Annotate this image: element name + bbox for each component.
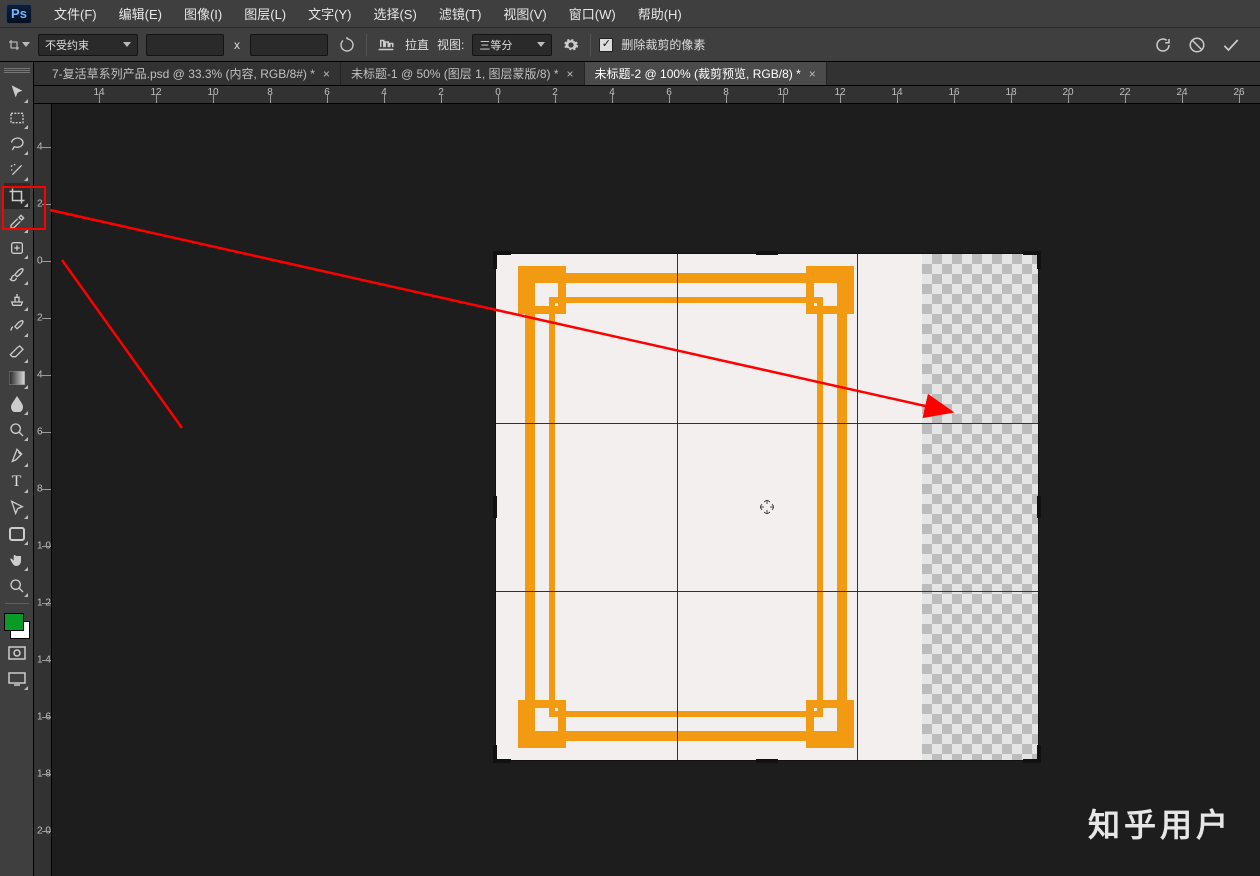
active-tool-icon[interactable] <box>8 34 30 56</box>
magic-wand-tool[interactable] <box>4 157 30 183</box>
crop-overlay-value: 三等分 <box>479 37 512 53</box>
crop-view-label: 视图: <box>437 36 464 53</box>
close-icon[interactable]: × <box>567 67 574 81</box>
chevron-down-icon <box>123 42 131 47</box>
chevron-down-icon <box>22 42 30 47</box>
document-tab-label: 未标题-1 @ 50% (图层 1, 图层蒙版/8) * <box>351 65 559 82</box>
document-tab[interactable]: 未标题-2 @ 100% (裁剪预览, RGB/8) * × <box>585 62 827 85</box>
menu-edit[interactable]: 编辑(E) <box>111 0 170 27</box>
vertical-ruler[interactable]: 42024681 01 21 41 61 82 0 <box>34 104 52 876</box>
panel-grip-icon[interactable] <box>4 68 30 75</box>
canvas-artwork <box>518 266 854 748</box>
straighten-label: 拉直 <box>405 36 429 53</box>
menu-file[interactable]: 文件(F) <box>46 0 105 27</box>
chevron-down-icon <box>537 42 545 47</box>
tool-panel: T <box>0 62 34 876</box>
straighten-icon[interactable] <box>375 34 397 56</box>
crop-tool[interactable] <box>4 183 30 209</box>
crop-grid-line <box>857 254 858 760</box>
app-logo: Ps <box>6 4 32 24</box>
cancel-crop-button[interactable] <box>1186 34 1208 56</box>
color-swatches[interactable] <box>3 612 31 640</box>
menu-bar: Ps 文件(F) 编辑(E) 图像(I) 图层(L) 文字(Y) 选择(S) 滤… <box>0 0 1260 28</box>
crop-handle-top-left[interactable] <box>493 251 511 269</box>
crop-handle-top-right[interactable] <box>1023 251 1041 269</box>
history-brush-tool[interactable] <box>4 313 30 339</box>
reset-crop-button[interactable] <box>1152 34 1174 56</box>
transparency-checker <box>922 254 1038 760</box>
crop-grid-line <box>496 423 1038 424</box>
options-bar: 不受约束 x 拉直 视图: 三等分 删除裁剪的像素 <box>0 28 1260 62</box>
gradient-tool[interactable] <box>4 365 30 391</box>
document-tab[interactable]: 未标题-1 @ 50% (图层 1, 图层蒙版/8) * × <box>341 62 585 85</box>
crop-center-icon <box>760 500 774 514</box>
delete-cropped-pixels-checkbox[interactable] <box>599 38 613 52</box>
brush-tool[interactable] <box>4 261 30 287</box>
dodge-tool[interactable] <box>4 417 30 443</box>
pen-tool[interactable] <box>4 443 30 469</box>
commit-crop-button[interactable] <box>1220 34 1242 56</box>
hand-tool[interactable] <box>4 547 30 573</box>
document-tab-bar: 7-复活草系列产品.psd @ 33.3% (内容, RGB/8#) * × 未… <box>0 62 1260 86</box>
eraser-tool[interactable] <box>4 339 30 365</box>
clone-stamp-tool[interactable] <box>4 287 30 313</box>
crop-width-input[interactable] <box>146 34 224 56</box>
crop-height-input[interactable] <box>250 34 328 56</box>
dimension-separator: x <box>232 38 242 52</box>
menu-filter[interactable]: 滤镜(T) <box>431 0 490 27</box>
document-tab-label: 7-复活草系列产品.psd @ 33.3% (内容, RGB/8#) * <box>52 65 315 82</box>
type-tool[interactable]: T <box>4 469 30 495</box>
menu-select[interactable]: 选择(S) <box>365 0 424 27</box>
crop-ratio-dropdown[interactable]: 不受约束 <box>38 34 138 56</box>
horizontal-ruler[interactable]: 141210864202468101214161820222426 <box>34 86 1260 104</box>
crop-ratio-value: 不受约束 <box>45 37 89 53</box>
canvas-area[interactable] <box>52 104 1260 876</box>
delete-cropped-pixels-label: 删除裁剪的像素 <box>621 36 705 53</box>
move-tool[interactable] <box>4 79 30 105</box>
watermark-text: 知乎用户 <box>1088 800 1232 846</box>
menu-view[interactable]: 视图(V) <box>495 0 554 27</box>
crop-grid-line <box>677 254 678 760</box>
crop-handle-left[interactable] <box>493 496 497 518</box>
blur-tool[interactable] <box>4 391 30 417</box>
eyedropper-tool[interactable] <box>4 209 30 235</box>
shape-tool[interactable] <box>4 521 30 547</box>
menu-layer[interactable]: 图层(L) <box>236 0 294 27</box>
toolbox-divider <box>5 603 29 604</box>
crop-handle-right[interactable] <box>1037 496 1041 518</box>
path-select-tool[interactable] <box>4 495 30 521</box>
healing-brush-tool[interactable] <box>4 235 30 261</box>
swap-dimensions-button[interactable] <box>336 34 358 56</box>
marquee-tool[interactable] <box>4 105 30 131</box>
zoom-tool[interactable] <box>4 573 30 599</box>
close-icon[interactable]: × <box>323 67 330 81</box>
crop-region[interactable] <box>496 254 1038 760</box>
crop-handle-bottom-right[interactable] <box>1023 745 1041 763</box>
menu-window[interactable]: 窗口(W) <box>561 0 624 27</box>
menu-help[interactable]: 帮助(H) <box>630 0 690 27</box>
lasso-tool[interactable] <box>4 131 30 157</box>
crop-options-gear-icon[interactable] <box>560 34 582 56</box>
document-tab-label: 未标题-2 @ 100% (裁剪预览, RGB/8) * <box>595 65 801 82</box>
foreground-color-swatch[interactable] <box>4 613 24 631</box>
crop-handle-top[interactable] <box>756 251 778 255</box>
crop-grid-line <box>496 591 1038 592</box>
menu-type[interactable]: 文字(Y) <box>300 0 359 27</box>
close-icon[interactable]: × <box>809 67 816 81</box>
quick-mask-toggle[interactable] <box>4 640 30 666</box>
document-tab[interactable]: 7-复活草系列产品.psd @ 33.3% (内容, RGB/8#) * × <box>42 62 341 85</box>
crop-handle-bottom-left[interactable] <box>493 745 511 763</box>
crop-overlay-dropdown[interactable]: 三等分 <box>472 34 552 56</box>
screen-mode-toggle[interactable] <box>4 666 30 692</box>
crop-handle-bottom[interactable] <box>756 759 778 763</box>
menu-image[interactable]: 图像(I) <box>176 0 230 27</box>
